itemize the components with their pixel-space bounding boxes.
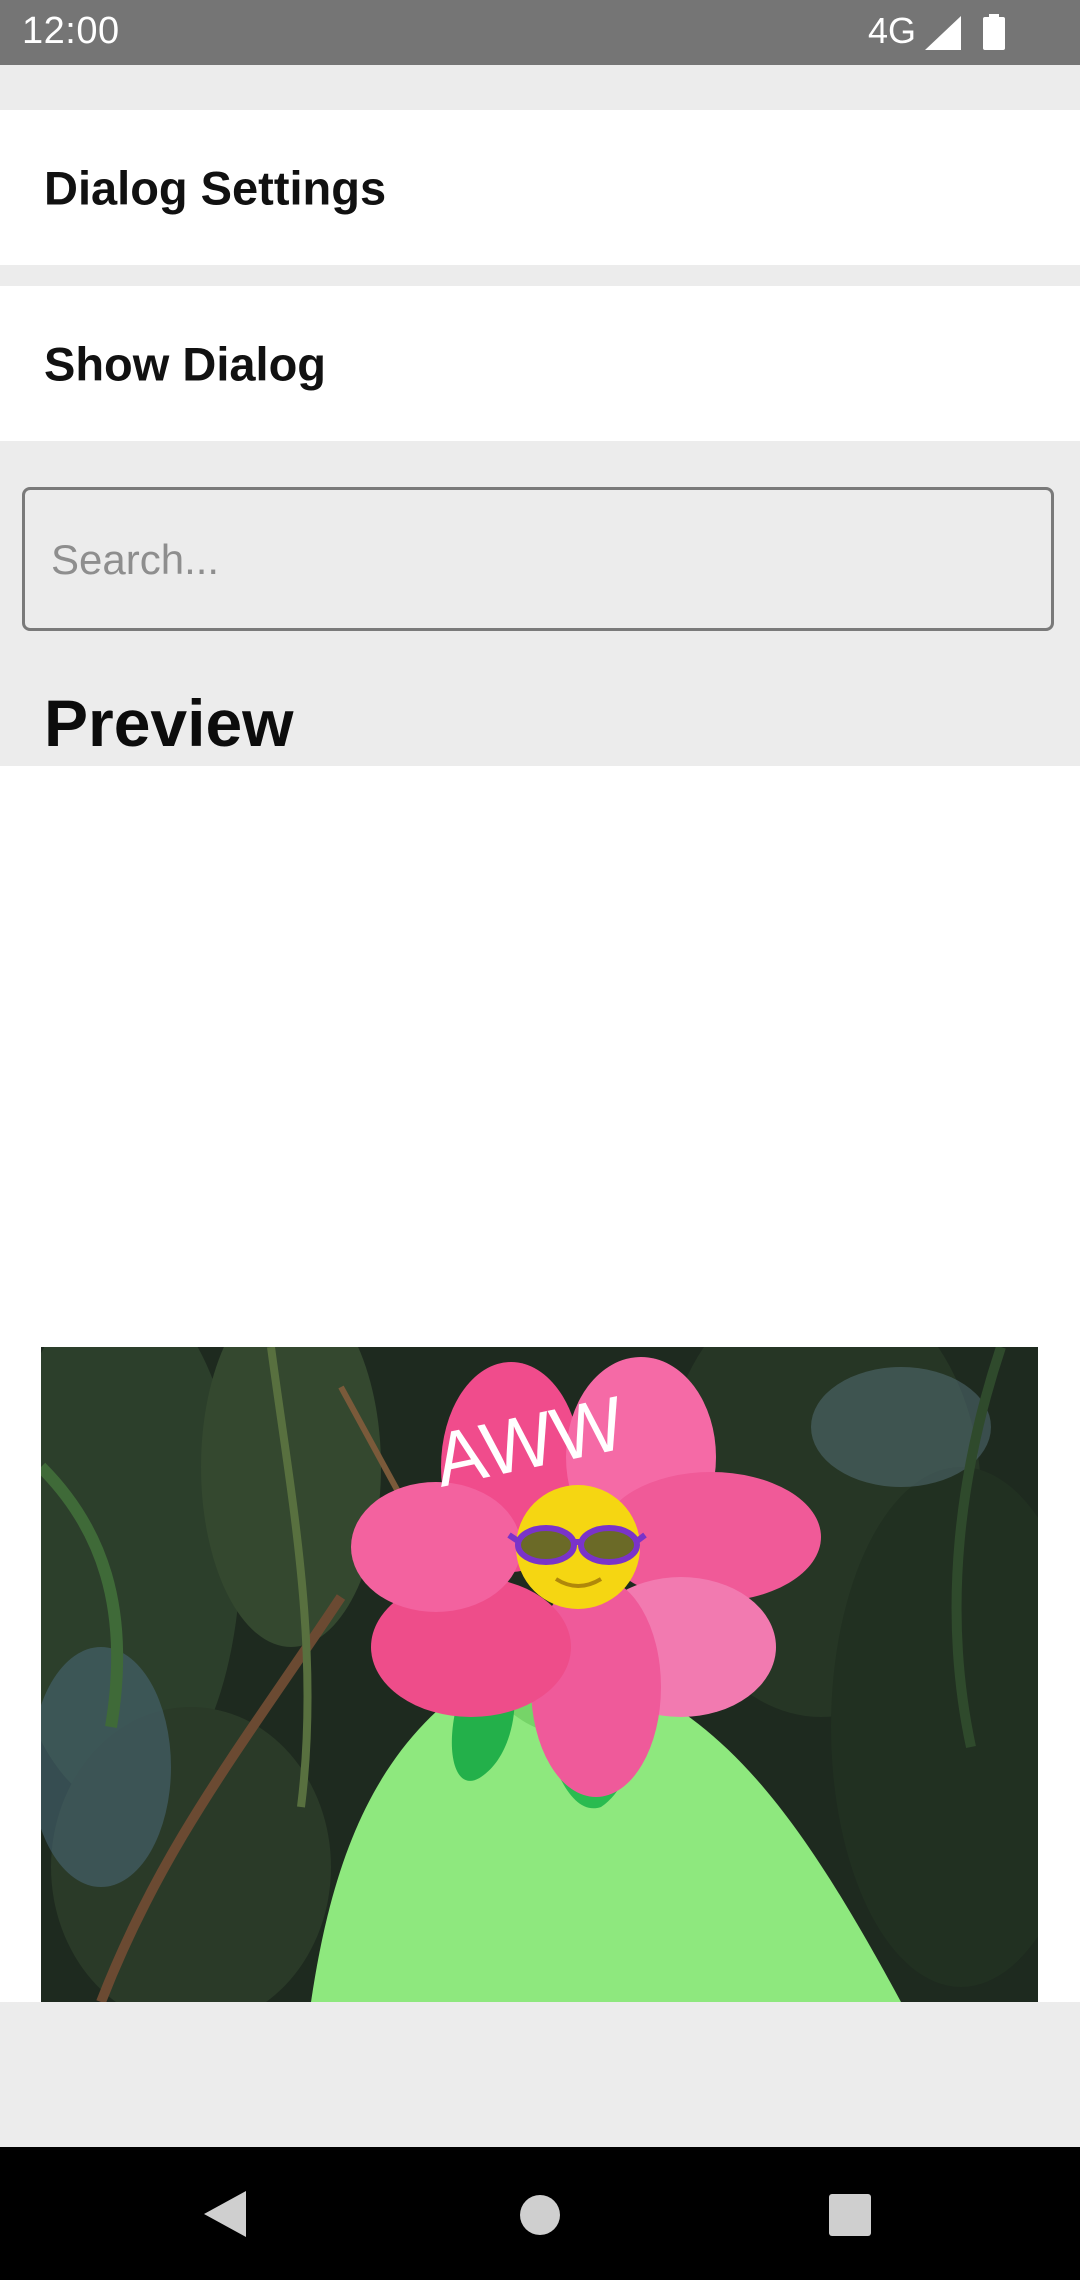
signal-icon <box>925 16 961 50</box>
preview-gif-image[interactable]: AWW <box>41 1347 1038 2002</box>
status-bar: 12:00 4G <box>0 0 1080 65</box>
screen: 12:00 4G Dialog Settings Show Dialog Pre… <box>0 0 1080 2280</box>
show-dialog-item[interactable]: Show Dialog <box>0 286 1080 441</box>
dialog-settings-label: Dialog Settings <box>44 161 387 214</box>
show-dialog-label: Show Dialog <box>44 337 326 390</box>
search-input[interactable] <box>49 490 1033 630</box>
home-icon[interactable] <box>520 2195 560 2235</box>
network-type: 4G <box>867 10 916 51</box>
navigation-bar <box>0 2147 1080 2280</box>
status-time: 12:00 <box>22 10 120 52</box>
preview-area: AWW <box>0 766 1080 2002</box>
search-box[interactable] <box>22 487 1054 631</box>
battery-icon <box>983 14 1005 50</box>
recents-icon[interactable] <box>829 2194 871 2236</box>
back-icon[interactable] <box>204 2191 246 2237</box>
flower-costume-illustration: AWW <box>41 1347 1038 2002</box>
dialog-settings-item[interactable]: Dialog Settings <box>0 110 1080 265</box>
preview-title: Preview <box>44 686 294 760</box>
